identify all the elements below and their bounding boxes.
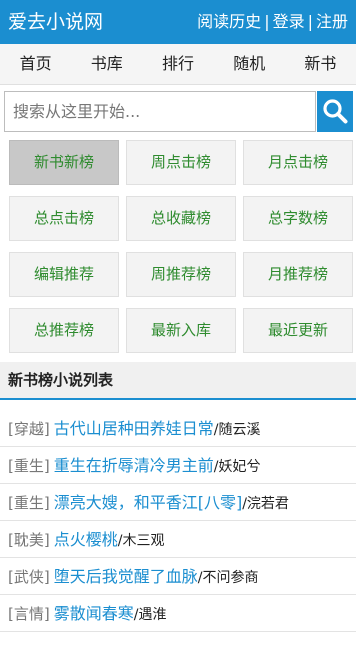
top-header: 爱去小说网 阅读历史 | 登录 | 注册: [0, 0, 356, 44]
book-title-link[interactable]: 堕天后我觉醒了血脉: [54, 567, 198, 586]
book-author: /木三观: [117, 533, 165, 549]
ranking-monthly-clicks[interactable]: 月点击榜: [243, 140, 353, 185]
list-item[interactable]: [穿越] 古代山居种田养娃日常/随云溪: [0, 410, 356, 447]
book-category: [重生]: [8, 494, 50, 512]
book-author: /妖妃兮: [213, 459, 261, 475]
ranking-weekly-recommend[interactable]: 周推荐榜: [126, 252, 236, 297]
list-header: 新书榜小说列表: [0, 362, 356, 400]
ranking-total-words[interactable]: 总字数榜: [243, 196, 353, 241]
ranking-latest-added[interactable]: 最新入库: [126, 308, 236, 353]
book-title-link[interactable]: 古代山居种田养娃日常: [54, 419, 214, 438]
book-author: /随云溪: [213, 422, 261, 438]
reading-history-link[interactable]: 阅读历史: [197, 11, 261, 33]
list-item[interactable]: [耽美] 点火樱桃/木三观: [0, 521, 356, 558]
ranking-new-books[interactable]: 新书新榜: [9, 140, 119, 185]
search-bar: 搜索从这里开始...: [4, 91, 353, 132]
book-category: [言情]: [8, 605, 50, 623]
main-nav: 首页 书库 排行 随机 新书: [0, 44, 356, 85]
list-item[interactable]: [言情] 雾散闻春寒/遇淮: [0, 595, 356, 632]
nav-item-home[interactable]: 首页: [0, 44, 71, 84]
book-category: [耽美]: [8, 531, 50, 549]
book-title-link[interactable]: 重生在折辱清冷男主前: [54, 456, 214, 475]
link-separator: |: [264, 12, 270, 31]
book-author: /不问参商: [197, 570, 259, 586]
login-link[interactable]: 登录: [273, 11, 305, 33]
list-item[interactable]: [武侠] 堕天后我觉醒了血脉/不问参商: [0, 558, 356, 595]
search-icon: [323, 99, 348, 124]
site-title[interactable]: 爱去小说网: [8, 9, 103, 35]
book-category: [重生]: [8, 457, 50, 475]
register-link[interactable]: 注册: [316, 11, 348, 33]
book-category: [武侠]: [8, 568, 50, 586]
book-category: [穿越]: [8, 420, 50, 438]
nav-item-new-books[interactable]: 新书: [285, 44, 356, 84]
list-title: 新书榜小说列表: [8, 371, 114, 389]
ranking-weekly-clicks[interactable]: 周点击榜: [126, 140, 236, 185]
search-input[interactable]: 搜索从这里开始...: [4, 91, 316, 132]
book-title-link[interactable]: 漂亮大嫂，和平香江[八零]: [54, 493, 243, 512]
nav-item-ranking[interactable]: 排行: [142, 44, 213, 84]
list-item[interactable]: [重生] 重生在折辱清冷男主前/妖妃兮: [0, 447, 356, 484]
ranking-editor-picks[interactable]: 编辑推荐: [9, 252, 119, 297]
book-title-link[interactable]: 雾散闻春寒: [54, 604, 134, 623]
book-title-link[interactable]: 点火樱桃: [54, 530, 118, 549]
search-button[interactable]: [317, 91, 353, 132]
ranking-monthly-recommend[interactable]: 月推荐榜: [243, 252, 353, 297]
ranking-recently-updated[interactable]: 最近更新: [243, 308, 353, 353]
book-author: /浣若君: [242, 496, 289, 512]
ranking-total-favorites[interactable]: 总收藏榜: [126, 196, 236, 241]
nav-item-random[interactable]: 随机: [214, 44, 285, 84]
nav-item-library[interactable]: 书库: [71, 44, 142, 84]
ranking-total-clicks[interactable]: 总点击榜: [9, 196, 119, 241]
book-author: /遇淮: [133, 607, 167, 623]
top-links: 阅读历史 | 登录 | 注册: [197, 11, 348, 33]
list-item[interactable]: [重生] 漂亮大嫂，和平香江[八零]/浣若君: [0, 484, 356, 521]
ranking-total-recommend[interactable]: 总推荐榜: [9, 308, 119, 353]
link-separator: |: [307, 12, 313, 31]
